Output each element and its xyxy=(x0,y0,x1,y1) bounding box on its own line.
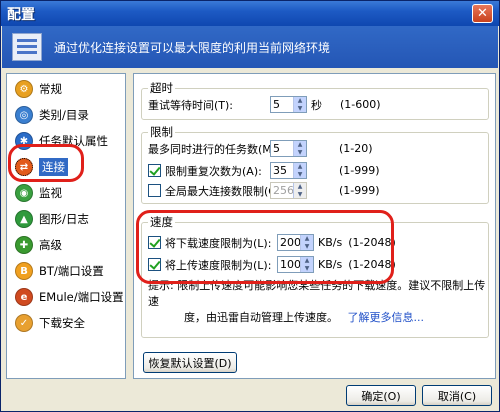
globe-icon: ◎ xyxy=(15,106,33,124)
max-tasks-range: (1-20) xyxy=(339,142,373,155)
sidebar-item-monitor[interactable]: ◉ 监视 xyxy=(7,180,125,206)
settings-panel: 超时 重试等待时间(T): 5 ▲ ▼ 秒 (1-600) 限制 最多同时进行的任… xyxy=(133,73,496,379)
spin-up-icon[interactable]: ▲ xyxy=(301,257,313,265)
spin-down-icon[interactable]: ▼ xyxy=(301,243,313,251)
puzzle-icon: ✱ xyxy=(15,132,33,150)
spin-down-icon[interactable]: ▼ xyxy=(294,149,306,157)
global-conn-range: (1-999) xyxy=(339,184,380,197)
sidebar-item-label: 图形/日志 xyxy=(39,212,89,226)
retry-wait-value[interactable]: 5 xyxy=(271,97,293,112)
connection-icon: ⇄ xyxy=(15,158,33,176)
upload-limit-spinner[interactable]: 100 ▲ ▼ xyxy=(277,256,314,273)
download-limit-row: 将下载速度限制为(L): 200 ▲ ▼ KB/s (1-2048) xyxy=(148,234,396,251)
spin-down-icon: ▼ xyxy=(297,190,303,198)
retry-count-row: 限制重复次数为(A): 35 ▲ ▼ (1-999) xyxy=(148,162,380,179)
speed-hint-line1: 提示: 限制上传速度可能影响您某些任务的下载速度。建议不限制上传速 xyxy=(148,279,486,308)
sidebar-item-advanced[interactable]: ✚ 高级 xyxy=(7,232,125,258)
settings-list-icon xyxy=(12,33,42,61)
sidebar-item-label: 任务默认属性 xyxy=(39,134,108,148)
download-limit-spinner[interactable]: 200 ▲ ▼ xyxy=(277,234,314,251)
spin-up-icon[interactable]: ▲ xyxy=(294,97,306,105)
emule-icon: e xyxy=(15,288,33,306)
upload-limit-label: 将上传速度限制为(L): xyxy=(165,258,272,272)
category-sidebar: ⚙ 常规 ◎ 类别/目录 ✱ 任务默认属性 ⇄ 连接 ◉ 监视 ▲ 图形/日志 ✚ 高级 B BT/端口设置 e… xyxy=(6,73,126,379)
upload-limit-value[interactable]: 100 xyxy=(278,257,301,272)
sidebar-item-label: 常规 xyxy=(39,82,62,96)
spin-down-icon[interactable]: ▼ xyxy=(301,265,313,273)
cancel-button[interactable]: 取消(C) xyxy=(422,385,492,406)
sidebar-item-label: EMule/端口设置 xyxy=(39,290,124,304)
shield-icon: ✓ xyxy=(15,314,33,332)
bt-icon: B xyxy=(15,262,33,280)
sidebar-item-category[interactable]: ◎ 类别/目录 xyxy=(7,102,125,128)
sidebar-item-label: 连接 xyxy=(39,158,68,176)
spin-down-icon[interactable]: ▼ xyxy=(294,171,306,179)
download-limit-unit: KB/s xyxy=(318,236,343,249)
upload-limit-unit: KB/s xyxy=(318,258,343,271)
max-tasks-label: 最多同时进行的任务数(M): xyxy=(148,142,280,156)
max-tasks-spinner[interactable]: 5 ▲ ▼ xyxy=(270,140,307,157)
close-button[interactable]: ✕ xyxy=(472,4,493,23)
speed-hint: 提示: 限制上传速度可能影响您某些任务的下载速度。建议不限制上传速 度，由迅雷自… xyxy=(148,278,488,326)
global-conn-value: 256 xyxy=(273,184,294,197)
ok-button[interactable]: 确定(O) xyxy=(346,385,416,406)
advanced-icon: ✚ xyxy=(15,236,33,254)
sidebar-item-connection[interactable]: ⇄ 连接 xyxy=(7,154,125,180)
sidebar-item-graph-log[interactable]: ▲ 图形/日志 xyxy=(7,206,125,232)
config-window: 配置 ✕ 通过优化连接设置可以最大限度的利用当前网络环境 ⚙ 常规 ◎ 类别/目录 ✱ 任… xyxy=(0,0,500,412)
spin-up-icon[interactable]: ▲ xyxy=(294,163,306,171)
global-conn-label: 全局最大连接数限制(G) xyxy=(165,184,282,198)
restore-defaults-button[interactable]: 恢复默认设置(D) xyxy=(143,352,237,373)
timeout-legend: 超时 xyxy=(150,81,173,95)
download-limit-value[interactable]: 200 xyxy=(278,235,301,250)
download-limit-range: (1-2048) xyxy=(348,236,396,249)
retry-wait-row: 重试等待时间(T): 5 ▲ ▼ 秒 (1-600) xyxy=(148,96,381,113)
retry-count-range: (1-999) xyxy=(339,164,380,177)
upload-limit-range: (1-2048) xyxy=(348,258,396,271)
spin-up-icon: ▲ xyxy=(297,183,303,190)
sidebar-item-label: BT/端口设置 xyxy=(39,264,104,278)
header-banner: 通过优化连接设置可以最大限度的利用当前网络环境 xyxy=(2,26,498,68)
retry-wait-label: 重试等待时间(T): xyxy=(148,98,234,112)
retry-count-label: 限制重复次数为(A): xyxy=(165,164,262,178)
global-conn-checkbox[interactable] xyxy=(148,184,161,197)
sidebar-item-task-defaults[interactable]: ✱ 任务默认属性 xyxy=(7,128,125,154)
sidebar-item-label: 高级 xyxy=(39,238,62,252)
limits-legend: 限制 xyxy=(150,125,173,139)
title-bar[interactable]: 配置 ✕ xyxy=(1,1,499,26)
retry-count-spinner[interactable]: 35 ▲ ▼ xyxy=(270,162,307,179)
max-tasks-row: 最多同时进行的任务数(M): 5 ▲ ▼ (1-20) xyxy=(148,140,373,157)
sidebar-item-emule-port[interactable]: e EMule/端口设置 xyxy=(7,284,125,310)
speed-legend: 速度 xyxy=(150,215,173,229)
spin-up-icon[interactable]: ▲ xyxy=(294,141,306,149)
header-description: 通过优化连接设置可以最大限度的利用当前网络环境 xyxy=(54,40,331,55)
graph-icon: ▲ xyxy=(15,210,33,228)
sidebar-item-label: 类别/目录 xyxy=(39,108,89,122)
upload-limit-row: 将上传速度限制为(L): 100 ▲ ▼ KB/s (1-2048) xyxy=(148,256,396,273)
retry-count-value[interactable]: 35 xyxy=(271,163,293,178)
sidebar-item-download-security[interactable]: ✓ 下载安全 xyxy=(7,310,125,336)
upload-limit-checkbox[interactable] xyxy=(148,258,161,271)
spin-down-icon[interactable]: ▼ xyxy=(294,105,306,113)
global-conn-row: 全局最大连接数限制(G) 256 ▲ ▼ (1-999) xyxy=(148,182,380,199)
monitor-icon: ◉ xyxy=(15,184,33,202)
retry-wait-unit: 秒 xyxy=(311,98,322,112)
global-conn-spinner: 256 ▲ ▼ xyxy=(270,182,307,199)
learn-more-link[interactable]: 了解更多信息... xyxy=(348,311,425,324)
sidebar-item-general[interactable]: ⚙ 常规 xyxy=(7,76,125,102)
download-limit-label: 将下载速度限制为(L): xyxy=(165,236,272,250)
sidebar-item-bt-port[interactable]: B BT/端口设置 xyxy=(7,258,125,284)
retry-wait-spinner[interactable]: 5 ▲ ▼ xyxy=(270,96,307,113)
retry-count-checkbox[interactable] xyxy=(148,164,161,177)
gear-icon: ⚙ xyxy=(15,80,33,98)
window-title: 配置 xyxy=(7,6,35,23)
sidebar-item-label: 下载安全 xyxy=(39,316,85,330)
sidebar-item-label: 监视 xyxy=(39,186,62,200)
spin-up-icon[interactable]: ▲ xyxy=(301,235,313,243)
speed-hint-line2: 度，由迅雷自动管理上传速度。 xyxy=(184,311,338,324)
max-tasks-value[interactable]: 5 xyxy=(271,141,293,156)
retry-wait-range: (1-600) xyxy=(340,98,381,111)
